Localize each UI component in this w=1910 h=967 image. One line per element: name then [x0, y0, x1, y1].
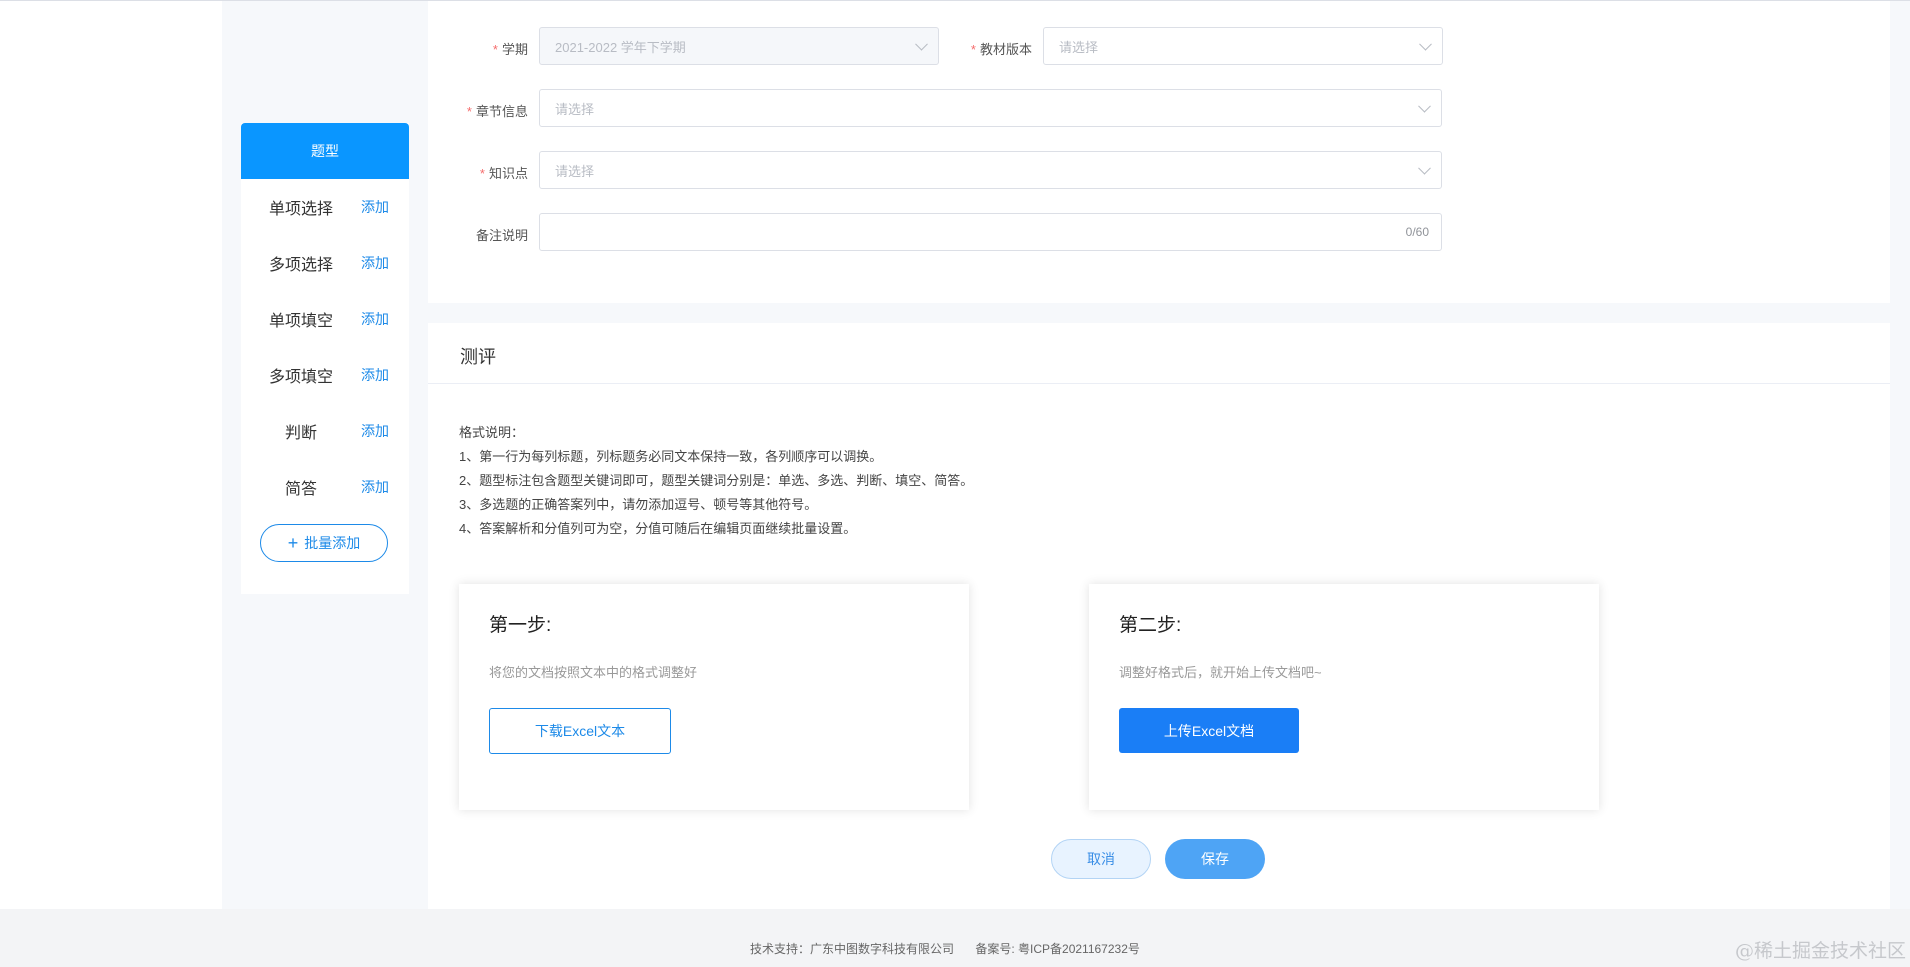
required-mark: *: [479, 166, 485, 181]
plus-icon: +: [287, 533, 299, 553]
add-link[interactable]: 添加: [361, 421, 389, 441]
required-mark: *: [492, 42, 498, 57]
upload-excel-button[interactable]: 上传Excel文档: [1119, 708, 1299, 753]
chevron-down-icon: [1418, 99, 1431, 113]
instruction-line: 3、多选题的正确答案列中，请勿添加逗号、顿号等其他符号。: [459, 497, 818, 512]
instruction-line: 格式说明：: [459, 425, 525, 440]
sidebar-item-judgement: 判断 添加: [241, 403, 409, 459]
required-mark: *: [466, 104, 472, 119]
chapter-label: * 章节信息: [455, 101, 528, 120]
format-instructions: 格式说明： 1、第一行为每列标题，列标题务必同文本保持一致，各列顺序可以调换。 …: [459, 421, 973, 541]
watermark: @稀土掘金技术社区: [1734, 940, 1906, 962]
semester-value: 2021-2022 学年下学期: [555, 39, 686, 55]
chapter-select[interactable]: 请选择: [539, 89, 1442, 127]
footer: [0, 909, 1910, 967]
instruction-line: 2、题型标注包含题型关键词即可，题型关键词分别是：单选、多选、判断、填空、简答。: [459, 473, 974, 488]
icp-record-link[interactable]: 备案号: 粤ICP备2021167232号: [975, 942, 1140, 956]
divider: [428, 383, 1890, 384]
semester-label-text: 学期: [501, 42, 528, 57]
step-two-card: 第二步: 调整好格式后，就开始上传文档吧~ 上传Excel文档: [1089, 584, 1599, 810]
add-link[interactable]: 添加: [361, 365, 389, 385]
textbook-version-label: * 教材版本: [960, 39, 1032, 58]
question-type-sidebar: 题型 单项选择 添加 多项选择 添加 单项填空 添加 多项填空 添加 判断 添加 简答 添加…: [241, 123, 409, 594]
batch-add-button[interactable]: + 批量添加: [260, 524, 388, 562]
evaluation-title: 测评: [460, 347, 496, 367]
instruction-line: 4、答案解析和分值列可为空，分值可随后在编辑页面继续批量设置。: [459, 521, 857, 536]
chapter-placeholder: 请选择: [555, 101, 595, 117]
semester-label: * 学期: [470, 39, 528, 58]
knowledge-select[interactable]: 请选择: [539, 151, 1442, 189]
textbook-version-label-text: 教材版本: [979, 42, 1032, 57]
batch-add-label: 批量添加: [304, 535, 361, 551]
knowledge-label-text: 知识点: [488, 166, 528, 181]
remark-counter: 0/60: [1405, 225, 1429, 239]
sidebar-item-label: 多项填空: [268, 369, 333, 386]
chevron-down-icon: [1419, 37, 1432, 51]
semester-select: 2021-2022 学年下学期: [539, 27, 939, 65]
add-link[interactable]: 添加: [361, 253, 389, 273]
save-button[interactable]: 保存: [1165, 839, 1265, 879]
textbook-version-placeholder: 请选择: [1059, 39, 1099, 55]
download-excel-button[interactable]: 下载Excel文本: [489, 708, 671, 754]
sidebar-header: 题型: [241, 123, 409, 179]
add-link[interactable]: 添加: [361, 477, 389, 497]
sidebar-item-multiple-choice: 多项选择 添加: [241, 235, 409, 291]
left-panel: [0, 1, 222, 909]
sidebar-item-label: 判断: [284, 425, 317, 442]
chevron-down-icon: [915, 37, 928, 51]
add-link[interactable]: 添加: [361, 197, 389, 217]
textbook-version-select[interactable]: 请选择: [1043, 27, 1443, 65]
remark-label-text: 备注说明: [475, 228, 528, 243]
knowledge-placeholder: 请选择: [555, 163, 595, 179]
step-two-title: 第二步:: [1119, 615, 1182, 636]
step-one-description: 将您的文档按照文本中的格式调整好: [489, 665, 698, 680]
required-mark: *: [970, 42, 976, 57]
cancel-button[interactable]: 取消: [1051, 839, 1151, 879]
sidebar-item-short-answer: 简答 添加: [241, 459, 409, 515]
step-one-title: 第一步:: [489, 615, 552, 636]
sidebar-item-label: 简答: [284, 481, 317, 498]
step-one-card: 第一步: 将您的文档按照文本中的格式调整好 下载Excel文本: [459, 584, 969, 810]
knowledge-label: * 知识点: [460, 163, 528, 182]
sidebar-item-single-choice: 单项选择 添加: [241, 179, 409, 235]
sidebar-item-single-fill: 单项填空 添加: [241, 291, 409, 347]
remark-input[interactable]: 0/60: [539, 213, 1442, 251]
chevron-down-icon: [1418, 161, 1431, 175]
chapter-label-text: 章节信息: [475, 104, 528, 119]
sidebar-item-label: 多项选择: [268, 257, 333, 274]
remark-label: 备注说明: [460, 225, 528, 244]
sidebar-item-label: 单项选择: [268, 201, 333, 218]
step-two-description: 调整好格式后，就开始上传文档吧~: [1119, 665, 1322, 680]
sidebar-item-multiple-fill: 多项填空 添加: [241, 347, 409, 403]
footer-text: 技术支持：广东中图数字科技有限公司 备案号: 粤ICP备2021167232号: [750, 940, 1158, 957]
add-link[interactable]: 添加: [361, 309, 389, 329]
sidebar-item-label: 单项填空: [268, 313, 333, 330]
tech-support-text: 技术支持：广东中图数字科技有限公司: [750, 942, 955, 956]
instruction-line: 1、第一行为每列标题，列标题务必同文本保持一致，各列顺序可以调换。: [459, 449, 883, 464]
